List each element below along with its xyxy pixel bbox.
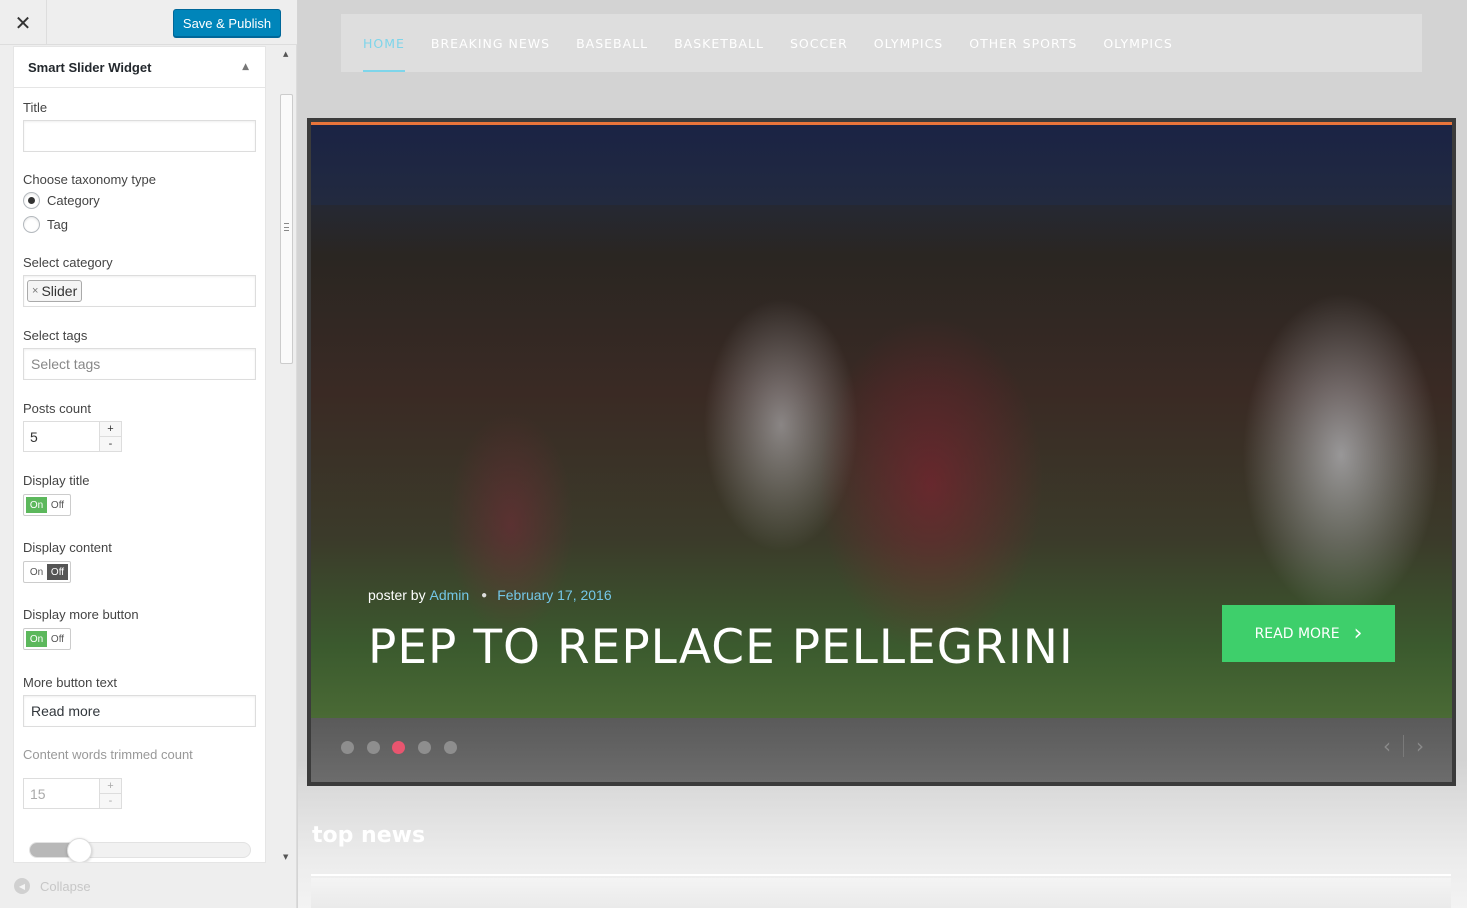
site-preview: HOME BREAKING NEWS BASEBALL BASKETBALL SOCCE… (298, 0, 1467, 908)
meta-prefix: poster by (368, 587, 426, 603)
news-strip (311, 878, 1451, 908)
posts-count-stepper[interactable]: 5 + - (23, 421, 122, 452)
nav-item-olympics[interactable]: OLYMPICS (874, 14, 943, 72)
range-handle[interactable] (67, 838, 92, 862)
scroll-down-icon[interactable]: ▼ (283, 853, 288, 861)
taxonomy-label: Choose taxonomy type (23, 172, 156, 187)
slider-dot[interactable] (443, 741, 457, 754)
nav-item-basketball[interactable]: BASKETBALL (674, 14, 764, 72)
more-text-label: More button text (23, 675, 117, 690)
trim-count-value[interactable]: 15 (24, 779, 99, 808)
category-token[interactable]: × Slider (27, 280, 83, 302)
title-input[interactable] (23, 120, 256, 152)
tags-label: Select tags (23, 328, 88, 343)
slider-arrows: ‹ › (1383, 734, 1424, 758)
close-button[interactable]: ✕ (0, 0, 47, 45)
trim-count-label: Content words trimmed count (23, 747, 193, 762)
toggle-on-label: On (29, 566, 44, 578)
slider-dot[interactable] (392, 741, 406, 754)
radio-category[interactable]: Category (23, 192, 100, 209)
slider-dot[interactable] (341, 741, 354, 754)
collapse-icon: ◀ (14, 878, 30, 894)
nav-item-olympics[interactable]: OLYMPICS (1103, 14, 1172, 72)
arrow-divider (1403, 735, 1404, 757)
category-label: Select category (23, 255, 113, 270)
section-title: top news (312, 823, 426, 848)
slider-controls: ‹ › (311, 718, 1452, 782)
display-title-label: Display title (23, 473, 90, 488)
toggle-off-label: Off (50, 633, 65, 645)
scrollbar-thumb[interactable] (280, 94, 293, 364)
trim-count-stepper[interactable]: 15 + - (23, 778, 122, 809)
collapse-arrow-icon[interactable]: ▲ (242, 62, 249, 72)
toggle-off-label: Off (50, 499, 65, 511)
collapse-label: Collapse (40, 878, 91, 894)
read-more-button[interactable]: READ MORE › (1222, 605, 1395, 662)
panel-header: ✕ Save & Publish (0, 0, 297, 45)
title-label: Title (23, 100, 48, 115)
customizer-panel: ✕ Save & Publish Smart Slider Widget ▲ T… (0, 0, 297, 908)
chevron-right-icon: › (1353, 621, 1363, 646)
tags-placeholder: Select tags (31, 356, 101, 372)
scroll-up-icon[interactable]: ▲ (283, 50, 288, 58)
nav-item-breaking-news[interactable]: BREAKING NEWS (431, 14, 550, 72)
section-divider (311, 874, 1451, 876)
collapse-button[interactable]: ◀ Collapse (14, 878, 91, 894)
close-icon: ✕ (14, 10, 32, 35)
display-more-label: Display more button (23, 607, 139, 622)
meta-separator: ● (481, 589, 488, 601)
slide-meta: poster by Admin ● February 17, 2016 (368, 587, 612, 603)
slide-title[interactable]: PEP TO REPLACE PELLEGRINI (368, 620, 1074, 675)
nav-item-baseball[interactable]: BASEBALL (576, 14, 648, 72)
radio-tag[interactable]: Tag (23, 216, 68, 233)
toggle-on-label: On (26, 497, 47, 513)
nav-item-other-sports[interactable]: OTHER SPORTS (969, 14, 1077, 72)
read-more-label: READ MORE (1254, 625, 1340, 642)
smart-slider-widget: Smart Slider Widget ▲ Title Choose taxon… (13, 46, 266, 863)
widget-header[interactable]: Smart Slider Widget ▲ (14, 47, 265, 88)
hero-slider: poster by Admin ● February 17, 2016 PEP … (307, 118, 1456, 786)
range-slider[interactable] (29, 838, 251, 862)
nav-item-home[interactable]: HOME (363, 14, 405, 72)
increment-button[interactable]: + (100, 779, 121, 793)
decrement-button[interactable]: - (100, 793, 121, 808)
display-more-toggle[interactable]: On Off (23, 628, 71, 650)
stadium-banner (311, 125, 1452, 205)
tags-select[interactable]: Select tags (23, 348, 256, 380)
posts-count-value[interactable]: 5 (24, 422, 99, 451)
slider-dot[interactable] (366, 741, 380, 754)
increment-button[interactable]: + (100, 422, 121, 436)
radio-category-control[interactable] (23, 192, 40, 209)
radio-tag-label: Tag (47, 217, 68, 232)
toggle-on-label: On (26, 631, 47, 647)
grip-icon (284, 223, 289, 231)
radio-category-label: Category (47, 193, 100, 208)
decrement-button[interactable]: - (100, 436, 121, 451)
category-token-label: Slider (41, 283, 78, 299)
display-title-toggle[interactable]: On Off (23, 494, 71, 516)
posts-count-label: Posts count (23, 401, 91, 416)
prev-arrow-icon[interactable]: ‹ (1383, 734, 1391, 758)
remove-token-icon[interactable]: × (32, 285, 38, 297)
display-content-label: Display content (23, 540, 112, 555)
main-navigation: HOME BREAKING NEWS BASEBALL BASKETBALL SOCCE… (341, 14, 1422, 72)
panel-scrollbar[interactable]: ▲ ▼ (279, 46, 294, 863)
author-link[interactable]: Admin (429, 587, 469, 603)
next-arrow-icon[interactable]: › (1416, 734, 1424, 758)
widget-title: Smart Slider Widget (28, 59, 152, 75)
radio-tag-control[interactable] (23, 216, 40, 233)
category-select[interactable]: × Slider (23, 275, 256, 307)
toggle-off-label: Off (47, 564, 68, 580)
more-text-input[interactable]: Read more (23, 695, 256, 727)
slide-photo: poster by Admin ● February 17, 2016 PEP … (311, 125, 1452, 718)
display-content-toggle[interactable]: On Off (23, 561, 71, 583)
save-publish-button[interactable]: Save & Publish (173, 9, 281, 37)
nav-item-soccer[interactable]: SOCCER (790, 14, 848, 72)
slider-dot[interactable] (418, 741, 432, 754)
date-link[interactable]: February 17, 2016 (497, 587, 611, 603)
